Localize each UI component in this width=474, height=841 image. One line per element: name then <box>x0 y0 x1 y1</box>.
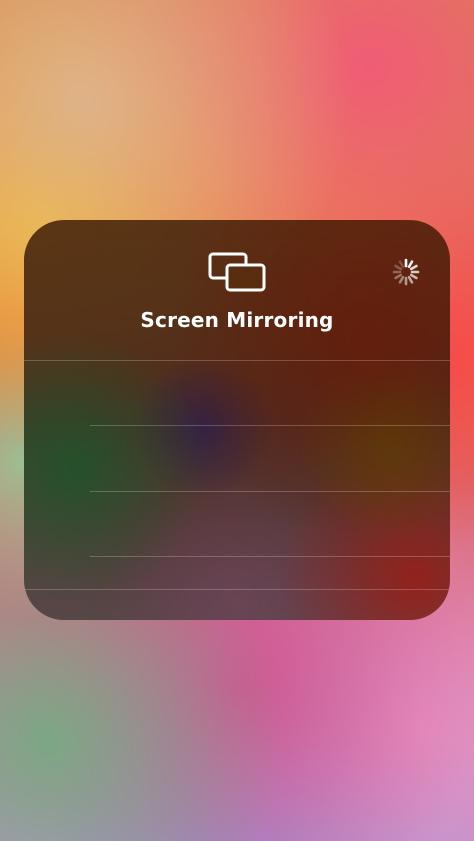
device-row[interactable] <box>24 426 450 491</box>
screen-mirroring-panel: Screen Mirroring <box>24 220 450 620</box>
device-list <box>24 360 450 590</box>
device-row[interactable] <box>24 492 450 557</box>
device-row[interactable] <box>24 360 450 425</box>
panel-title: Screen Mirroring <box>140 308 334 332</box>
list-bottom-separator <box>24 589 450 590</box>
screen-mirroring-icon <box>208 252 266 292</box>
loading-spinner-icon <box>392 258 420 286</box>
